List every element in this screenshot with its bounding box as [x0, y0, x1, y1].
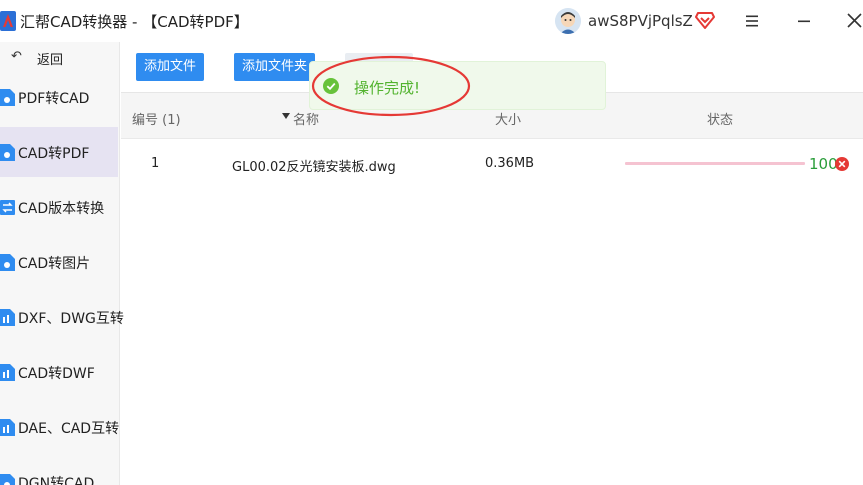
remove-icon[interactable] [835, 157, 849, 171]
menu-icon[interactable] [744, 13, 760, 29]
sidebar-item-pdf-to-cad[interactable]: PDF转CAD [0, 72, 118, 122]
window-title: 汇帮CAD转换器 - 【CAD转PDF】 [20, 13, 249, 31]
column-header-size[interactable]: 大小 [495, 109, 521, 128]
row-index: 1 [151, 156, 160, 171]
dxf-dwg-icon [0, 309, 15, 326]
sidebar-item-label: DAE、CAD互转 [18, 421, 120, 437]
minimize-icon[interactable] [796, 13, 812, 29]
sidebar-item-label: CAD转DWF [18, 366, 95, 382]
progress-bar [625, 162, 805, 165]
add-file-button[interactable]: 添加文件 [136, 53, 204, 81]
column-header-name[interactable]: 名称 [293, 109, 319, 128]
sidebar: ↶ 返回 PDF转CAD CAD转PDF CAD版本转换 CAD转图片 DXF、… [0, 42, 124, 485]
sidebar-item-dgn-to-cad[interactable]: DGN转CAD [0, 457, 118, 485]
back-arrow-icon: ↶ [11, 49, 22, 64]
success-toast: 操作完成! [309, 61, 606, 110]
app-logo-icon [0, 11, 16, 31]
column-header-index[interactable]: 编号 (1) [132, 109, 181, 128]
progress-fill [625, 162, 805, 165]
sidebar-item-dae-cad[interactable]: DAE、CAD互转 [0, 402, 120, 452]
vip-diamond-icon[interactable] [695, 11, 715, 29]
row-file-size: 0.36MB [485, 156, 535, 171]
close-icon[interactable] [846, 12, 863, 29]
check-circle-icon [323, 78, 339, 94]
column-header-status[interactable]: 状态 [707, 109, 733, 128]
sidebar-item-label: PDF转CAD [18, 91, 90, 107]
cad-to-image-icon [0, 254, 15, 271]
sidebar-item-cad-to-dwf[interactable]: CAD转DWF [0, 347, 118, 397]
sidebar-item-label: DXF、DWG互转 [18, 311, 124, 327]
sidebar-item-label: CAD转图片 [18, 256, 91, 272]
sidebar-item-dxf-dwg[interactable]: DXF、DWG互转 [0, 292, 124, 342]
sidebar-item-cad-version[interactable]: CAD版本转换 [0, 182, 118, 232]
row-file-name: GL00.02反光镜安装板.dwg [232, 160, 396, 175]
toast-message: 操作完成! [354, 79, 421, 97]
back-button[interactable]: ↶ 返回 [0, 42, 120, 70]
sort-down-icon[interactable] [281, 111, 291, 121]
sidebar-item-label: CAD转PDF [18, 146, 90, 162]
progress-text: 100 [809, 155, 838, 173]
username[interactable]: awS8PVjPqlsZ [588, 12, 693, 30]
sidebar-item-label: DGN转CAD [18, 476, 95, 485]
sidebar-item-label: CAD版本转换 [18, 201, 105, 217]
sidebar-item-cad-to-pdf[interactable]: CAD转PDF [0, 127, 118, 177]
cad-version-icon [0, 200, 15, 215]
cad-to-dwf-icon [0, 364, 15, 381]
cad-to-pdf-icon [0, 144, 15, 161]
title-bar: 汇帮CAD转换器 - 【CAD转PDF】 awS8PVjPqlsZ [0, 0, 863, 42]
dgn-to-cad-icon [0, 474, 15, 485]
back-label: 返回 [37, 53, 64, 68]
pdf-to-cad-icon [0, 89, 15, 106]
table-row[interactable]: 1 GL00.02反光镜安装板.dwg 0.36MB 100 [121, 139, 863, 189]
add-folder-button[interactable]: 添加文件夹 [234, 53, 315, 81]
avatar[interactable] [555, 8, 581, 34]
dae-cad-icon [0, 419, 15, 436]
sidebar-item-cad-to-image[interactable]: CAD转图片 [0, 237, 118, 287]
